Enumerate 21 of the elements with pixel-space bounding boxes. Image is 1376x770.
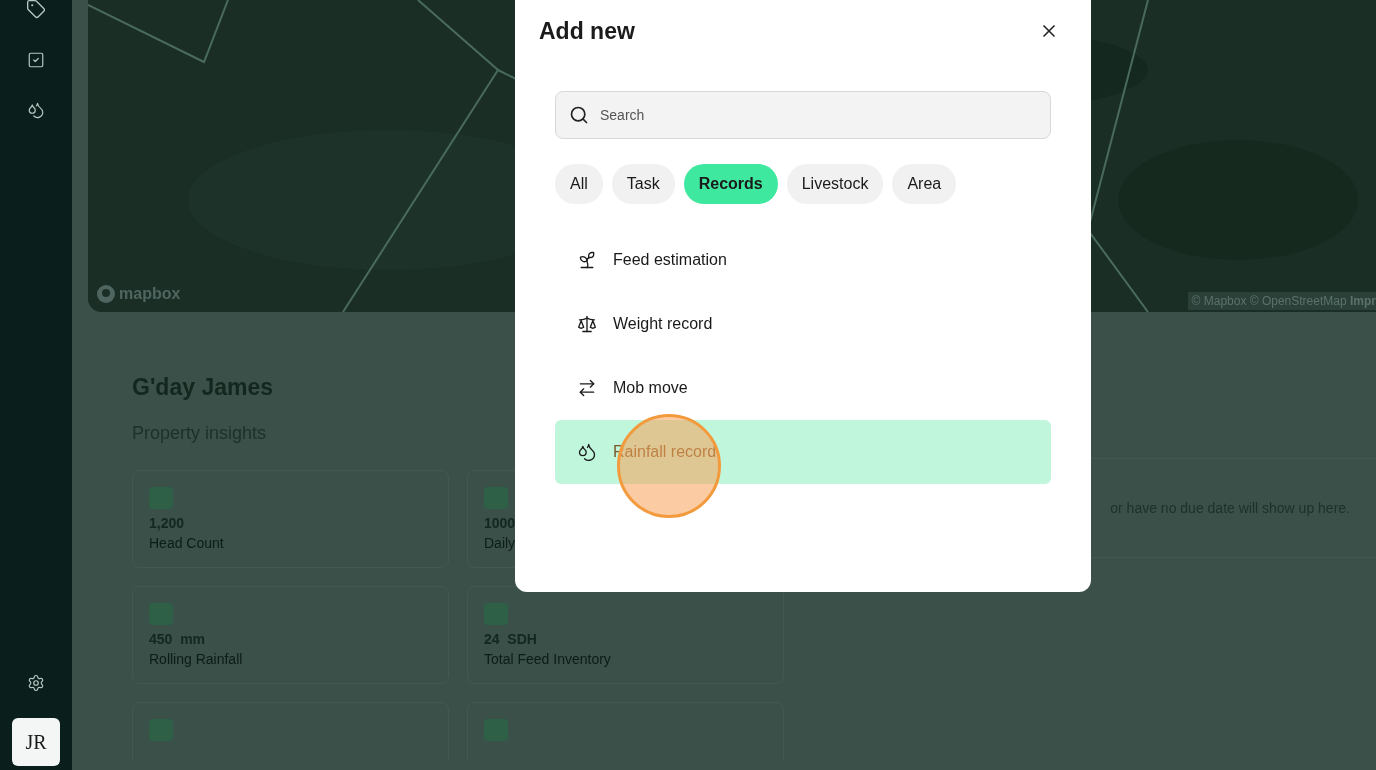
user-avatar[interactable]: JR [12,718,60,766]
swap-arrows-icon [577,378,597,398]
search-icon [569,105,589,125]
search-field[interactable]: Search [555,91,1051,139]
tag-icon[interactable] [26,0,46,19]
checkbox-icon[interactable] [27,51,45,69]
filter-tab[interactable]: All [555,164,603,204]
filter-tab[interactable]: Task [611,164,675,204]
scale-icon [577,314,597,334]
filter-tab[interactable]: Livestock [786,164,884,204]
droplets-icon [577,442,597,462]
record-option[interactable]: Weight record [555,292,1051,356]
record-option[interactable]: Mob move [555,356,1051,420]
record-option[interactable]: Feed estimation [555,228,1051,292]
filter-tab[interactable]: Area [892,164,957,204]
droplets-icon[interactable] [27,101,45,119]
sprout-icon [577,250,597,270]
mapbox-logo: mapbox [96,284,181,304]
settings-icon[interactable] [27,674,45,692]
dialog-title: Add new [539,17,635,45]
filter-tab[interactable]: Records [683,164,778,204]
